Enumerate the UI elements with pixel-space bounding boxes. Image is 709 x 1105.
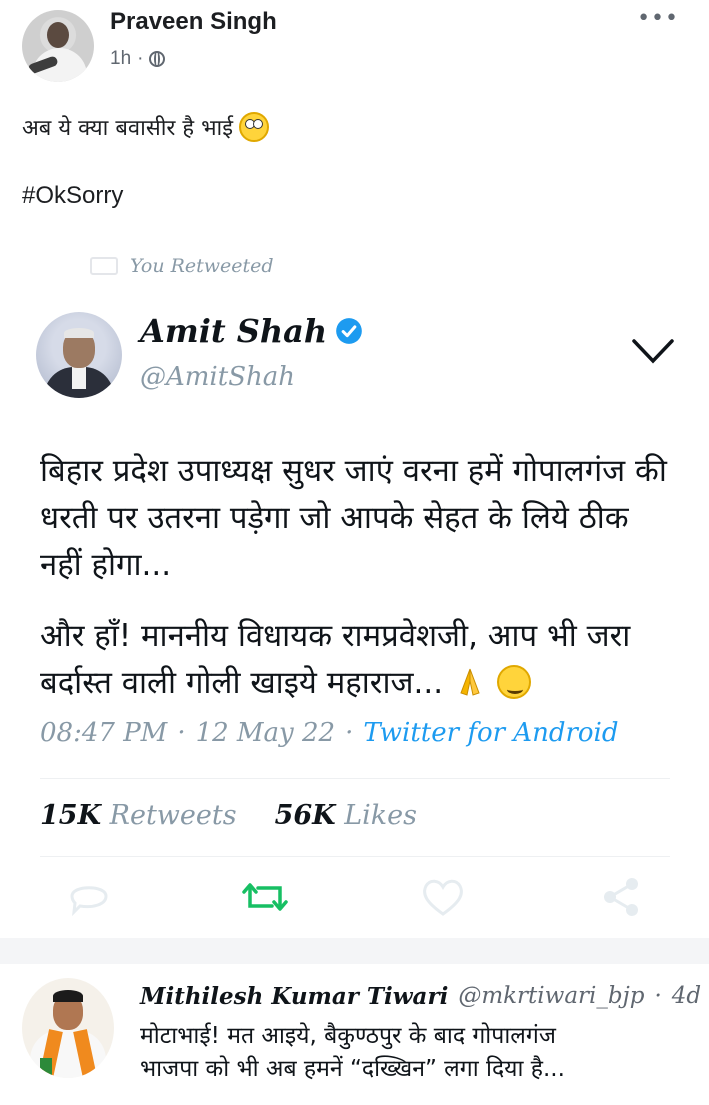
tweet-meta-sep-2: ·: [345, 718, 354, 748]
eye-roll-emoji-icon: [239, 112, 270, 142]
like-heart-icon[interactable]: [418, 872, 468, 922]
smirk-emoji-icon: [496, 665, 531, 699]
share-icon[interactable]: [596, 872, 646, 922]
post-time[interactable]: 1h: [110, 48, 131, 70]
verified-badge-icon: [336, 318, 362, 344]
tweet-author-name[interactable]: Amit Shah: [140, 312, 327, 350]
tweet-body-paragraph-2: और हाँ! माननीय विधायक रामप्रवेशजी, आप भी…: [40, 613, 680, 707]
tweet-meta: 08:47 PM · 12 May 22 · Twitter for Andro…: [40, 718, 619, 748]
more-dots-icon[interactable]: •••: [637, 6, 679, 31]
retweet-small-icon: [90, 257, 118, 275]
tweet-author-handle[interactable]: @AmitShah: [140, 362, 295, 392]
post-text: अब ये क्या बवासीर है भाई: [22, 112, 270, 142]
retweet-icon[interactable]: [240, 872, 290, 922]
likes-stat[interactable]: 56K Likes: [275, 800, 417, 831]
retweets-count: 15K: [40, 800, 102, 831]
tweet-time[interactable]: 08:47 PM: [40, 718, 167, 748]
divider: [40, 856, 670, 857]
tweet-author-name-row: Amit Shah: [140, 312, 363, 350]
tweet-stats: 15K Retweets 56K Likes: [40, 800, 417, 831]
reply-sep: ·: [654, 983, 662, 1009]
post-hashtag[interactable]: #OkSorry: [22, 182, 123, 210]
post-meta: 1h ·: [110, 48, 166, 70]
reply-author-handle[interactable]: @mkrtiwari_bjp: [458, 983, 644, 1010]
reply-text: मोटाभाई! मत आइये, बैकुण्ठपुर के बाद गोपा…: [140, 1020, 700, 1086]
folded-hands-emoji-icon: [460, 668, 480, 696]
reply-icon[interactable]: [64, 872, 114, 922]
reply-author-avatar[interactable]: [22, 978, 114, 1078]
post-text-line: अब ये क्या बवासीर है भाई: [22, 116, 234, 141]
reply-header: Mithilesh Kumar Tiwari @mkrtiwari_bjp · …: [140, 983, 701, 1010]
likes-count: 56K: [274, 800, 336, 831]
reply-text-line-2: भाजपा को भी अब हमनें “दख्खिन” लगा दिया ह…: [140, 1056, 565, 1082]
reply-age[interactable]: 4d: [672, 983, 701, 1010]
tweet-author-avatar[interactable]: [36, 312, 122, 398]
tweet-source[interactable]: Twitter for Android: [363, 718, 618, 748]
divider: [40, 778, 670, 779]
reply-text-line-1: मोटाभाई! मत आइये, बैकुण्ठपुर के बाद गोपा…: [140, 1023, 556, 1049]
post-author-name[interactable]: Praveen Singh: [110, 8, 277, 36]
retweeted-indicator: You Retweeted: [90, 255, 274, 277]
tweet-date[interactable]: 12 May 22: [196, 718, 336, 748]
chevron-down-icon[interactable]: [630, 335, 676, 365]
tweet-body-paragraph-2-text: और हाँ! माननीय विधायक रामप्रवेशजी, आप भी…: [40, 618, 631, 701]
globe-icon: [149, 51, 166, 67]
tweet-body-paragraph-1: बिहार प्रदेश उपाध्यक्ष सुधर जाएं वरना हम…: [40, 453, 667, 583]
post-meta-separator: ·: [137, 48, 144, 69]
post-author-avatar[interactable]: [22, 10, 94, 82]
retweets-stat[interactable]: 15K Retweets: [40, 800, 237, 831]
likes-label: Likes: [344, 800, 417, 831]
retweets-label: Retweets: [109, 800, 237, 831]
retweeted-label: You Retweeted: [130, 255, 274, 277]
section-separator: [0, 938, 709, 964]
reply-author-name[interactable]: Mithilesh Kumar Tiwari: [140, 983, 448, 1010]
tweet-meta-sep-1: ·: [177, 718, 186, 748]
